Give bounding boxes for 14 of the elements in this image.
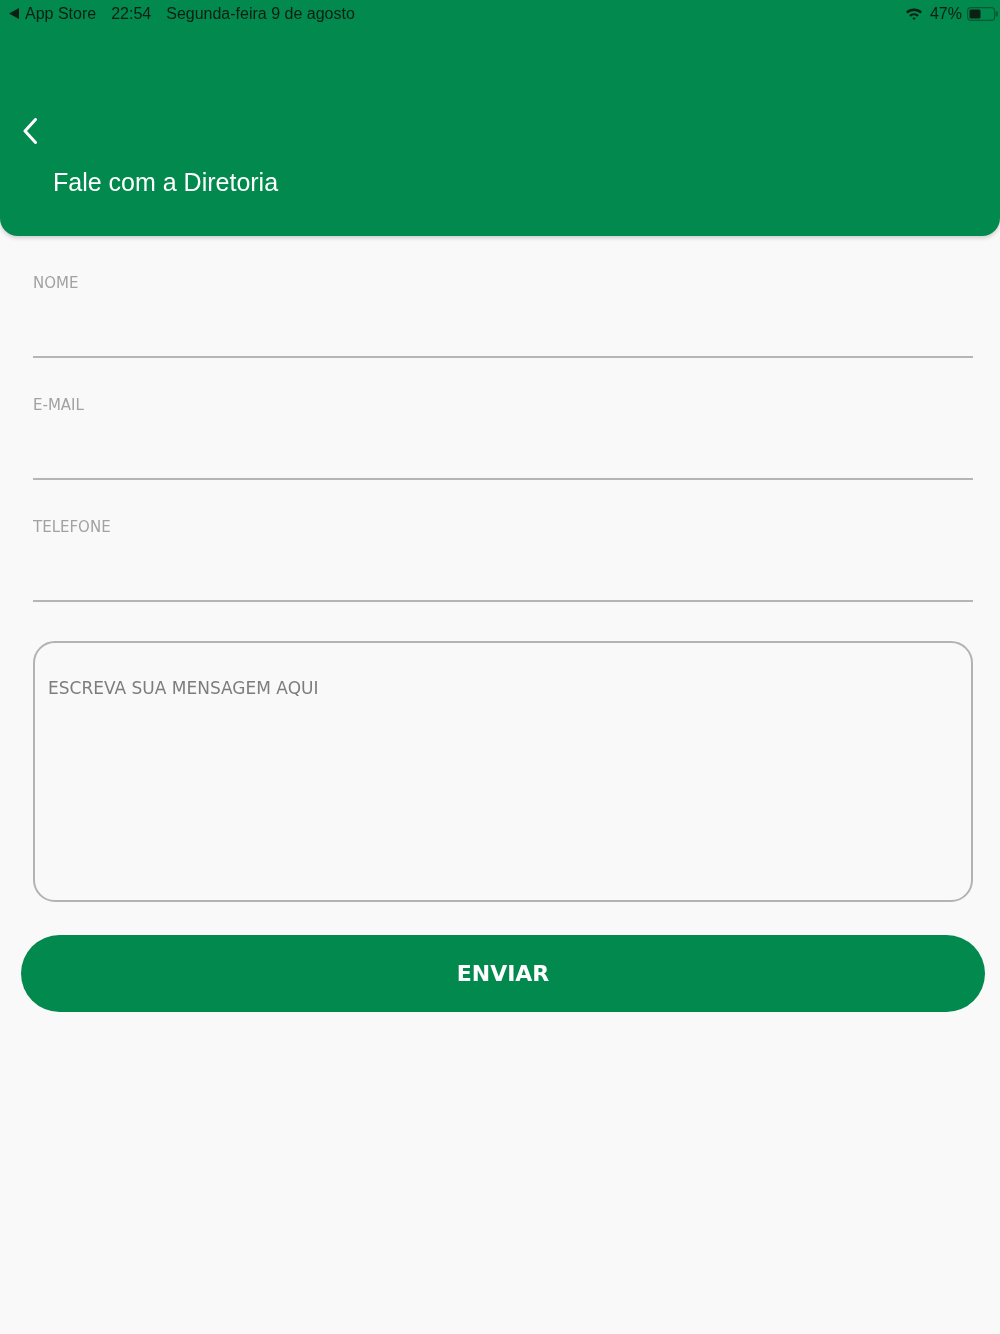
battery-percentage: 47% [929,3,962,24]
status-time: 22:54 [111,3,152,24]
status-date: Segunda-feira 9 de agosto [166,3,355,24]
input-field[interactable]: TELEFONE [33,516,973,602]
back-chevron-icon [23,118,37,144]
back-app-label[interactable]: App Store [25,1,97,26]
battery-icon [967,6,998,21]
submit-button[interactable]: ENVIAR [21,935,985,1012]
input-field[interactable]: E-MAIL [33,394,973,480]
message-field[interactable]: ESCREVA SUA MENSAGEM AQUI [33,641,973,902]
back-triangle-icon [9,8,19,19]
page-title: Fale com a Diretoria [53,167,280,197]
wifi-icon [904,7,923,20]
input-field[interactable]: NOME [33,272,973,358]
